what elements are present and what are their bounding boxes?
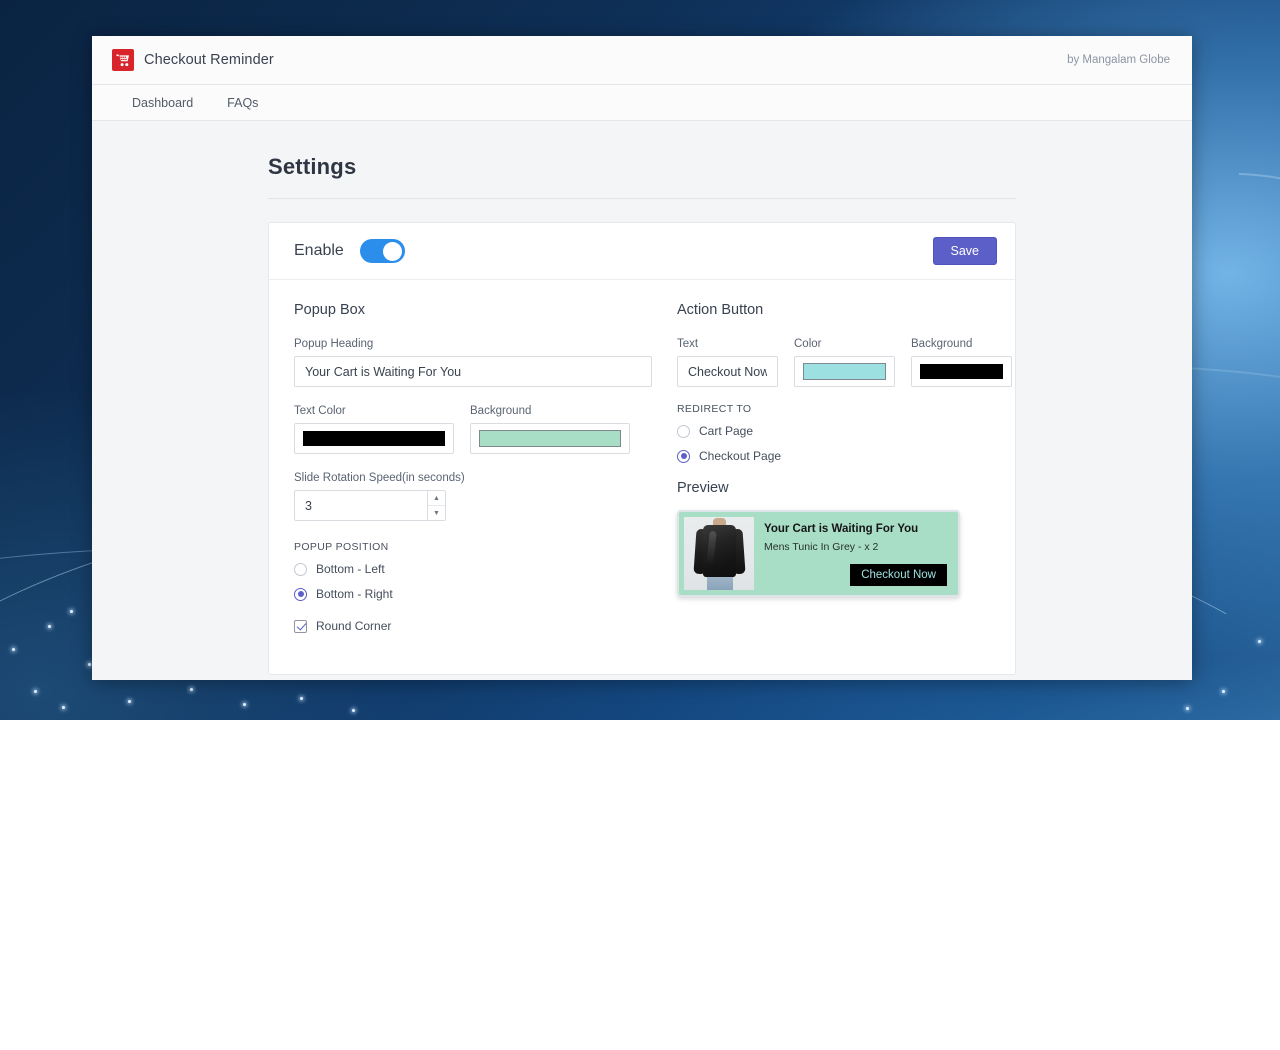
wallpaper-sparkle	[243, 703, 246, 706]
popup-box-section-title: Popup Box	[294, 302, 365, 318]
popup-text-color-swatch	[303, 431, 445, 446]
action-button-fields-row: Text Color Background	[677, 338, 1012, 387]
settings-card-header: Enable Save	[269, 223, 1015, 280]
wallpaper-sparkle	[62, 706, 65, 709]
settings-card-body: Popup Box Popup Heading Text Color	[269, 280, 1015, 674]
action-button-background-picker[interactable]	[911, 356, 1012, 387]
popup-background-swatch	[479, 430, 621, 447]
wallpaper-sparkle	[70, 610, 73, 613]
preview-area: Your Cart is Waiting For You Mens Tunic …	[677, 510, 1012, 597]
popup-heading-input[interactable]	[294, 356, 652, 387]
radio-icon	[294, 562, 307, 576]
nav-item-faqs[interactable]: FAQs	[227, 96, 258, 110]
radio-label: Cart Page	[699, 424, 754, 438]
wallpaper-sparkle	[128, 700, 131, 703]
radio-popup-position-bottom-left[interactable]: Bottom - Left	[294, 562, 652, 576]
nav-item-dashboard[interactable]: Dashboard	[132, 96, 193, 110]
radio-icon	[294, 587, 307, 601]
preview-popup-content: Your Cart is Waiting For You Mens Tunic …	[754, 517, 953, 590]
slide-rotation-speed-input[interactable]	[294, 490, 446, 521]
action-button-background-swatch	[920, 364, 1003, 379]
wallpaper-sparkle	[300, 697, 303, 700]
action-button-background-label: Background	[911, 338, 973, 350]
wallpaper-sparkle	[1258, 640, 1261, 643]
popup-colors-row: Text Color Background	[294, 405, 652, 454]
stepper-up-icon[interactable]: ▲	[428, 491, 445, 506]
brand: Checkout Reminder	[112, 49, 274, 71]
product-thumbnail	[684, 517, 754, 590]
checkbox-round-corner[interactable]: Round Corner	[294, 619, 652, 633]
preview-cta-row: Checkout Now	[764, 564, 947, 586]
page-title: Settings	[268, 154, 1016, 199]
action-button-text-input[interactable]	[677, 356, 778, 387]
action-button-background-field: Background	[911, 338, 1012, 387]
wallpaper-sparkle	[34, 690, 37, 693]
preview-section-title: Preview	[677, 480, 729, 496]
wallpaper-sparkle	[190, 688, 193, 691]
action-button-text-label: Text	[677, 338, 699, 350]
slide-rotation-speed-label: Slide Rotation Speed(in seconds)	[294, 472, 465, 484]
app-header: Checkout Reminder by Mangalam Globe	[92, 36, 1192, 85]
popup-background-color-picker[interactable]	[470, 423, 630, 454]
popup-background-label: Background	[470, 405, 532, 417]
number-stepper: ▲ ▼	[427, 491, 445, 520]
checkbox-icon	[294, 619, 307, 633]
radio-label: Bottom - Right	[316, 587, 393, 601]
action-button-color-picker[interactable]	[794, 356, 895, 387]
wallpaper-sparkle	[12, 648, 15, 651]
redirect-to-label: REDIRECT TO	[677, 403, 752, 415]
action-button-color-swatch	[803, 363, 886, 380]
radio-redirect-checkout-page[interactable]: Checkout Page	[677, 449, 1012, 463]
radio-label: Bottom - Left	[316, 562, 385, 576]
action-button-color-label: Color	[794, 338, 822, 350]
action-button-column: Action Button Text Color	[652, 302, 1012, 644]
toggle-knob	[383, 241, 403, 261]
enable-label: Enable	[294, 242, 344, 259]
preview-popup-subtext: Mens Tunic In Grey - x 2	[764, 540, 879, 553]
popup-text-color-field: Text Color	[294, 405, 454, 454]
popup-heading-field: Popup Heading	[294, 338, 652, 387]
enable-toggle[interactable]	[359, 239, 405, 263]
popup-background-color-field: Background	[470, 405, 630, 454]
popup-heading-label: Popup Heading	[294, 338, 374, 350]
wallpaper-sparkle	[88, 663, 91, 666]
preview-popup: Your Cart is Waiting For You Mens Tunic …	[677, 510, 960, 597]
product-jeans	[707, 577, 733, 590]
content-container: Settings Enable Save Popup Box Popup Hea…	[268, 154, 1016, 675]
radio-icon	[677, 449, 690, 463]
preview-checkout-now-button[interactable]: Checkout Now	[850, 564, 947, 586]
popup-text-color-picker[interactable]	[294, 423, 454, 454]
stepper-down-icon[interactable]: ▼	[428, 506, 445, 520]
popup-text-color-label: Text Color	[294, 405, 346, 417]
slide-rotation-speed-field: Slide Rotation Speed(in seconds) ▲ ▼	[294, 472, 652, 521]
app-content: Settings Enable Save Popup Box Popup Hea…	[92, 121, 1192, 680]
app-title: Checkout Reminder	[144, 52, 274, 68]
radio-redirect-cart-page[interactable]: Cart Page	[677, 424, 1012, 438]
radio-popup-position-bottom-right[interactable]: Bottom - Right	[294, 587, 652, 601]
action-button-section-title: Action Button	[677, 302, 764, 318]
radio-label: Checkout Page	[699, 449, 782, 463]
vendor-byline: by Mangalam Globe	[1067, 54, 1170, 66]
action-button-text-field: Text	[677, 338, 778, 387]
wallpaper-sparkle	[352, 709, 355, 712]
slide-rotation-speed-stepper-wrap: ▲ ▼	[294, 490, 446, 521]
radio-icon	[677, 424, 690, 438]
settings-card: Enable Save Popup Box Popup Heading Your…	[268, 222, 1016, 675]
application-window: Checkout Reminder by Mangalam Globe Dash…	[92, 36, 1192, 680]
wallpaper-sparkle	[1222, 690, 1225, 693]
primary-nav: Dashboard FAQs	[92, 85, 1192, 121]
checkbox-label: Round Corner	[316, 619, 392, 633]
wallpaper-sparkle	[1186, 707, 1189, 710]
save-button[interactable]: Save	[932, 237, 997, 265]
preview-popup-heading: Your Cart is Waiting For You	[764, 523, 919, 535]
popup-box-column: Popup Box Popup Heading Text Color	[294, 302, 652, 644]
shopping-cart-icon	[112, 49, 134, 71]
popup-position-label: POPUP POSITION	[294, 541, 389, 553]
wallpaper-sparkle	[48, 625, 51, 628]
action-button-color-field: Color	[794, 338, 895, 387]
